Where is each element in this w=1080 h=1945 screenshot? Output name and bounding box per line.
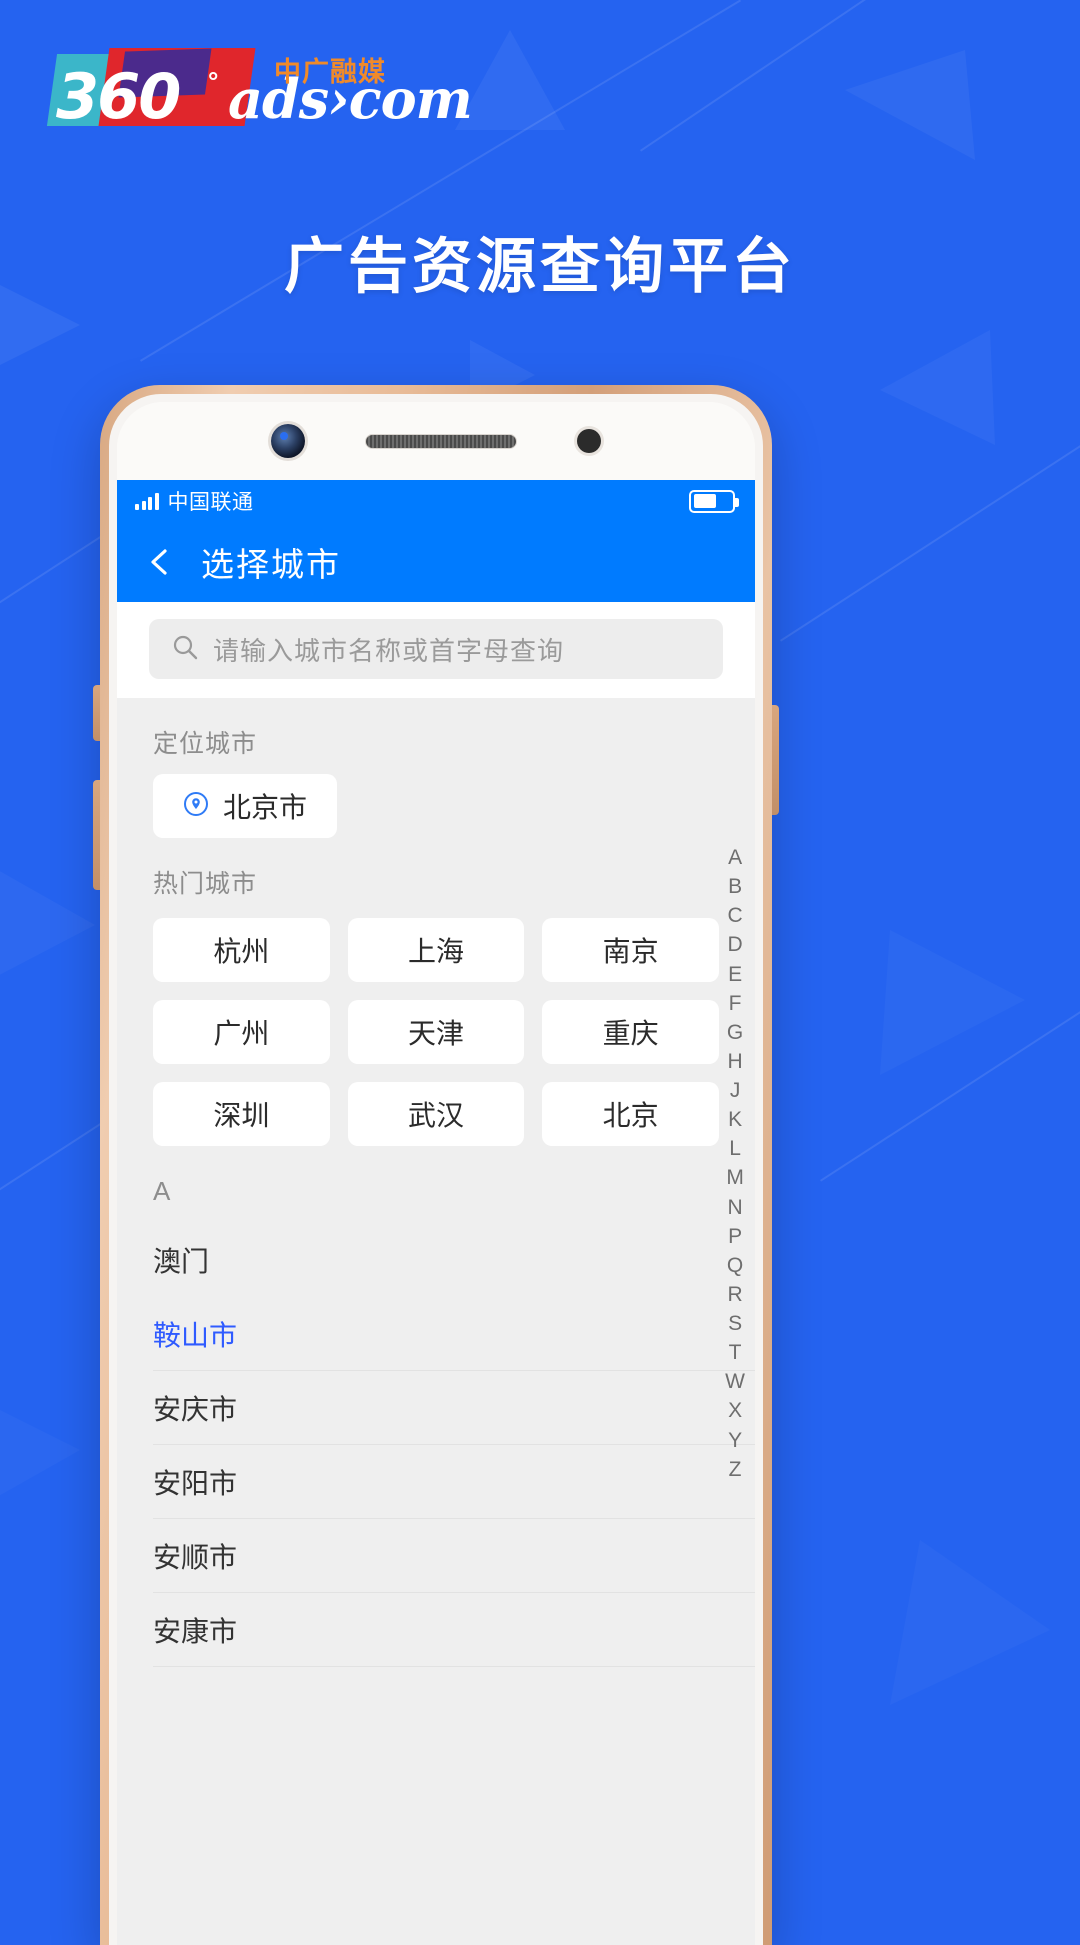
alpha-index-letter[interactable]: X <box>728 1397 742 1425</box>
alpha-index-letter[interactable]: H <box>728 1048 743 1076</box>
alpha-index-letter[interactable]: L <box>729 1135 741 1163</box>
alpha-index-letter[interactable]: M <box>726 1164 744 1192</box>
city-list-item[interactable]: 鞍山市 <box>153 1297 755 1371</box>
carrier-label: 中国联通 <box>167 491 254 514</box>
alphabet-index-rail[interactable]: A B C D E F G H J K L M N P Q R S T W X … <box>725 844 745 1484</box>
phone-side-button <box>93 780 100 890</box>
alpha-index-letter[interactable]: K <box>728 1106 742 1134</box>
hot-city-chip[interactable]: 上海 <box>347 918 525 982</box>
hot-city-chip[interactable]: 天津 <box>347 1000 525 1064</box>
hot-city-chip[interactable]: 广州 <box>153 1000 330 1064</box>
logo-chinese-name: 中广融媒 <box>274 57 386 87</box>
hot-city-chip[interactable]: 武汉 <box>347 1082 525 1146</box>
located-city-name: 北京市 <box>223 792 308 823</box>
navbar-title: 选择城市 <box>201 546 341 583</box>
deco-triangle <box>845 50 975 170</box>
signal-bars-icon <box>135 492 159 510</box>
hot-cities-label: 热门城市 <box>153 870 258 898</box>
alpha-index-letter[interactable]: Z <box>729 1456 742 1484</box>
search-placeholder: 请输入城市名称或首字母查询 <box>213 635 565 666</box>
page-title: 广告资源查询平台 <box>284 233 796 300</box>
earpiece-speaker <box>365 433 517 449</box>
hot-city-chip[interactable]: 重庆 <box>542 1000 719 1064</box>
hot-cities-grid: 杭州 上海 南京 广州 天津 重庆 深圳 武汉 北京 <box>117 914 755 1146</box>
search-input[interactable]: 请输入城市名称或首字母查询 <box>149 619 723 679</box>
city-list-body[interactable]: 定位城市 北京市 热门城市 杭州 上海 南京 广州 天津 重庆 深圳 武汉 北京… <box>117 698 755 1945</box>
front-camera-icon <box>271 424 305 458</box>
logo-degree-symbol: ° <box>208 66 219 96</box>
status-bar: 中国联通 <box>117 480 755 522</box>
city-list-item[interactable]: 安康市 <box>153 1593 755 1667</box>
alpha-index-letter[interactable]: D <box>728 931 743 959</box>
app-screen: 中国联通 选择城市 请输入城市名称或首字母查询 定位城市 北京市 热门城市 杭州… <box>117 480 755 1945</box>
alpha-index-letter[interactable]: S <box>728 1310 742 1338</box>
city-list-item[interactable]: 安顺市 <box>153 1519 755 1593</box>
battery-icon <box>689 489 739 513</box>
phone-top-bezel <box>117 402 755 480</box>
deco-triangle <box>880 330 1000 450</box>
alpha-index-letter[interactable]: A <box>728 844 742 872</box>
hot-city-chip[interactable]: 北京 <box>542 1082 719 1146</box>
alpha-index-letter[interactable]: Y <box>728 1427 742 1455</box>
city-list-item[interactable]: 安阳市 <box>153 1445 755 1519</box>
hot-city-chip[interactable]: 杭州 <box>153 918 330 982</box>
phone-side-button <box>772 705 779 815</box>
alpha-index-letter[interactable]: F <box>729 990 742 1018</box>
city-list-item[interactable]: 安庆市 <box>153 1371 755 1445</box>
alpha-index-letter[interactable]: E <box>728 961 742 989</box>
located-city-chip[interactable]: 北京市 <box>153 774 338 838</box>
phone-mockup: 中国联通 选择城市 请输入城市名称或首字母查询 定位城市 北京市 热门城市 杭州… <box>93 385 779 1945</box>
deco-triangle <box>0 1380 90 1520</box>
logo-number: 360 <box>56 60 181 133</box>
app-navbar: 选择城市 <box>117 522 755 602</box>
proximity-sensor-icon <box>577 429 601 453</box>
located-city-label: 定位城市 <box>153 730 258 758</box>
deco-triangle <box>890 1540 1050 1710</box>
brand-logo: 360 ° ads›com 中广融媒 <box>46 48 473 138</box>
hot-city-chip[interactable]: 南京 <box>542 918 719 982</box>
alpha-index-letter[interactable]: G <box>727 1019 743 1047</box>
search-icon <box>171 633 199 666</box>
deco-triangle <box>880 930 1030 1080</box>
back-chevron-icon[interactable] <box>145 547 175 577</box>
alpha-index-letter[interactable]: W <box>725 1368 745 1396</box>
alpha-index-letter[interactable]: J <box>730 1077 741 1105</box>
alpha-index-letter[interactable]: B <box>728 873 742 901</box>
alpha-index-letter[interactable]: C <box>728 902 743 930</box>
alpha-index-letter[interactable]: N <box>728 1194 743 1222</box>
alpha-index-letter[interactable]: T <box>729 1339 742 1367</box>
city-list-item[interactable]: 澳门 <box>153 1223 755 1297</box>
hot-city-chip[interactable]: 深圳 <box>153 1082 330 1146</box>
alpha-section-header: A <box>153 1176 171 1206</box>
phone-side-button <box>93 685 100 741</box>
deco-triangle <box>0 860 100 990</box>
location-pin-icon <box>183 791 209 822</box>
alpha-index-letter[interactable]: R <box>728 1281 743 1309</box>
search-section: 请输入城市名称或首字母查询 <box>117 602 755 698</box>
alpha-index-letter[interactable]: P <box>728 1223 742 1251</box>
alpha-index-letter[interactable]: Q <box>727 1252 743 1280</box>
